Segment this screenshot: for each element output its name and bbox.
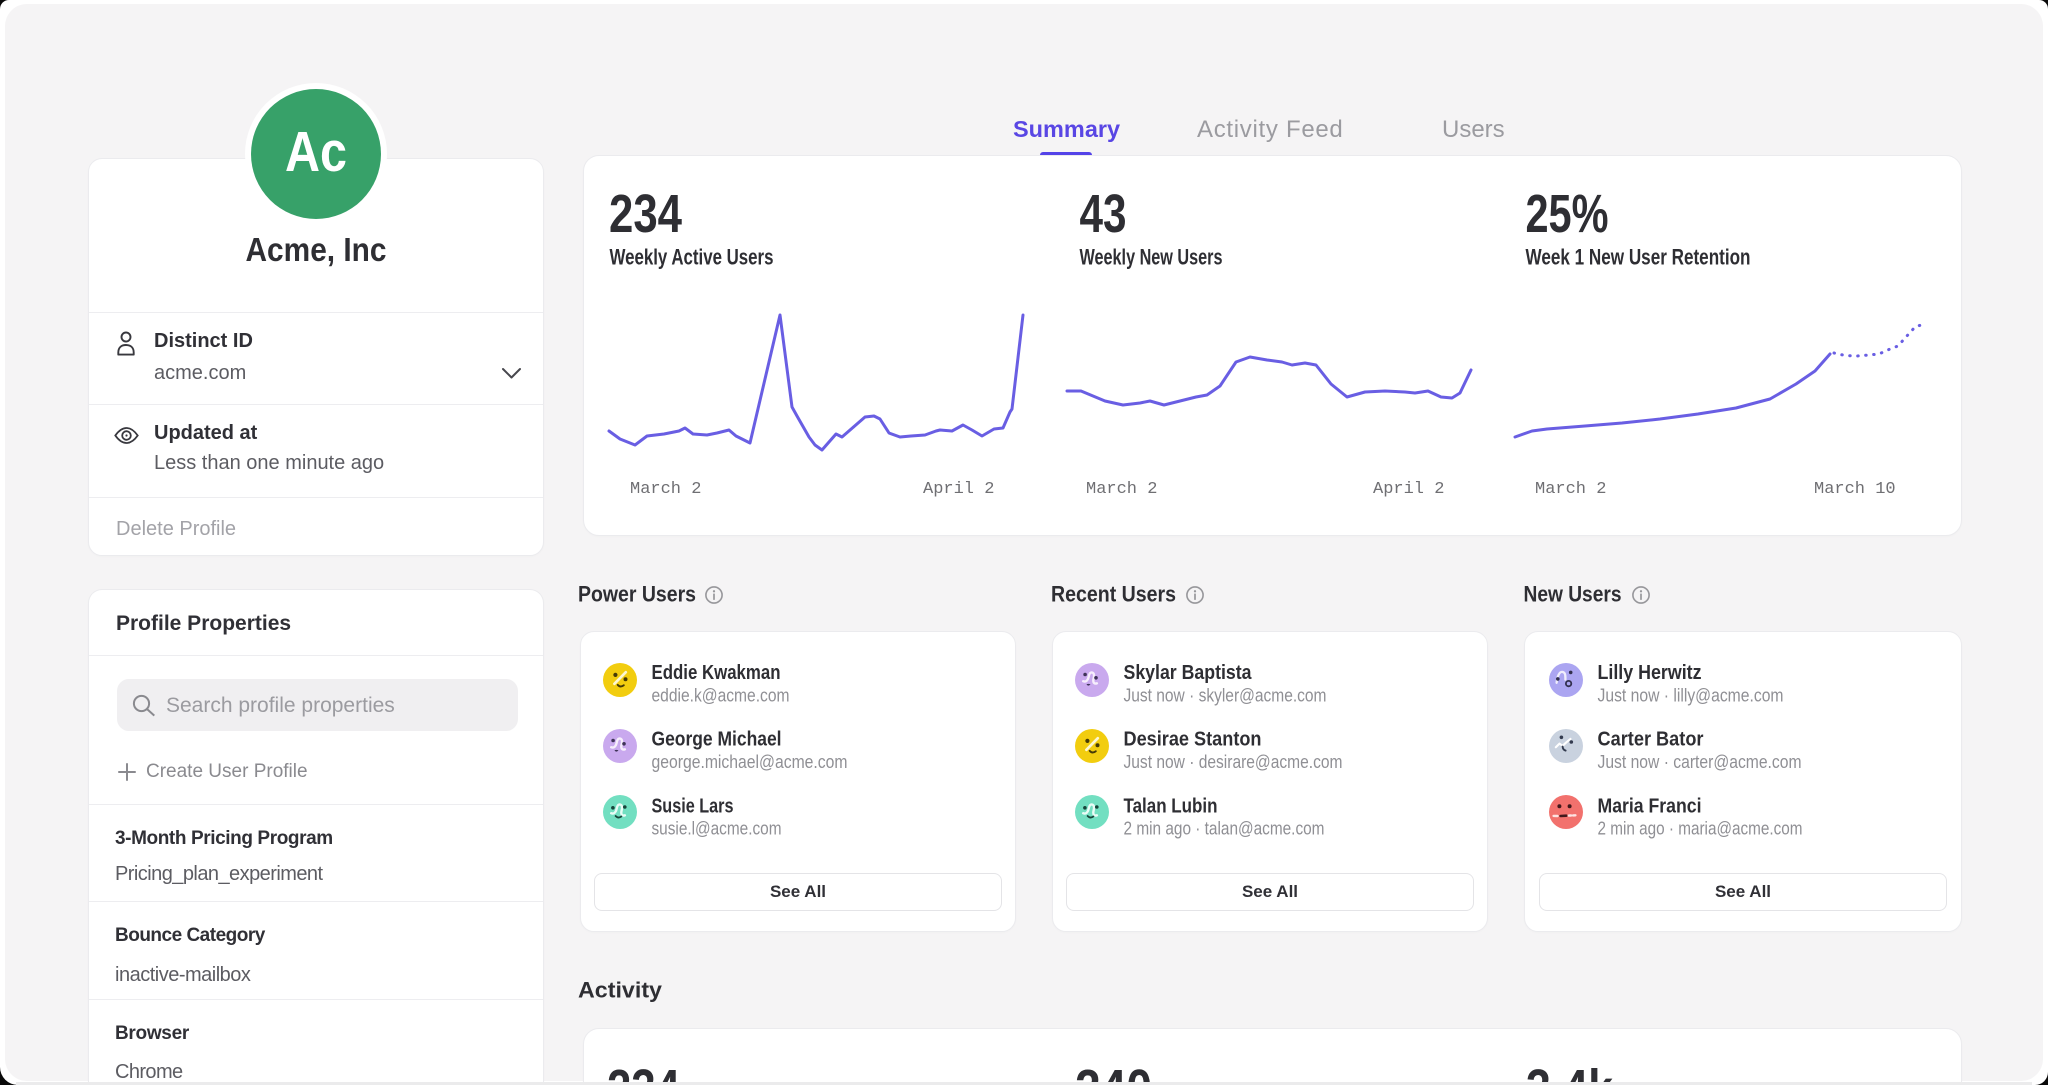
svg-text:Just now · skyler@acme.com: Just now · skyler@acme.com bbox=[1124, 685, 1327, 706]
svg-text:Acme, Inc: Acme, Inc bbox=[246, 231, 387, 268]
svg-text:Recent Users: Recent Users bbox=[1051, 582, 1176, 607]
svg-text:Activity: Activity bbox=[578, 978, 663, 1003]
svg-text:Week 1 New User Retention: Week 1 New User Retention bbox=[1526, 245, 1751, 270]
svg-text:Desirae Stanton: Desirae Stanton bbox=[1124, 728, 1262, 750]
svg-text:Just now · carter@acme.com: Just now · carter@acme.com bbox=[1598, 751, 1802, 772]
svg-text:Skylar Baptista: Skylar Baptista bbox=[1124, 662, 1253, 684]
svg-text:Maria Franci: Maria Franci bbox=[1598, 796, 1702, 818]
svg-text:43: 43 bbox=[1080, 184, 1127, 244]
svg-text:Eddie Kwakman: Eddie Kwakman bbox=[652, 662, 781, 684]
svg-text:Carter Bator: Carter Bator bbox=[1598, 728, 1704, 750]
svg-text:Ac: Ac bbox=[285, 120, 347, 184]
svg-text:george.michael@acme.com: george.michael@acme.com bbox=[652, 751, 848, 772]
svg-text:Weekly New Users: Weekly New Users bbox=[1080, 245, 1223, 270]
svg-text:234: 234 bbox=[609, 184, 682, 244]
svg-text:eddie.k@acme.com: eddie.k@acme.com bbox=[652, 685, 790, 706]
svg-text:25%: 25% bbox=[1526, 184, 1609, 244]
svg-text:Just now · desirare@acme.com: Just now · desirare@acme.com bbox=[1124, 751, 1343, 772]
svg-text:2 min ago · maria@acme.com: 2 min ago · maria@acme.com bbox=[1598, 818, 1803, 839]
svg-text:Talan Lubin: Talan Lubin bbox=[1124, 796, 1218, 818]
svg-text:Just now · lilly@acme.com: Just now · lilly@acme.com bbox=[1598, 685, 1784, 706]
svg-text:Weekly Active Users: Weekly Active Users bbox=[610, 245, 774, 270]
svg-text:Susie Lars: Susie Lars bbox=[652, 796, 734, 818]
svg-text:2 min ago · talan@acme.com: 2 min ago · talan@acme.com bbox=[1124, 818, 1325, 839]
svg-text:susie.l@acme.com: susie.l@acme.com bbox=[652, 818, 782, 839]
svg-text:Power Users: Power Users bbox=[578, 582, 696, 607]
svg-text:New Users: New Users bbox=[1524, 582, 1622, 607]
svg-text:George Michael: George Michael bbox=[652, 728, 782, 750]
svg-text:Lilly Herwitz: Lilly Herwitz bbox=[1598, 662, 1702, 684]
